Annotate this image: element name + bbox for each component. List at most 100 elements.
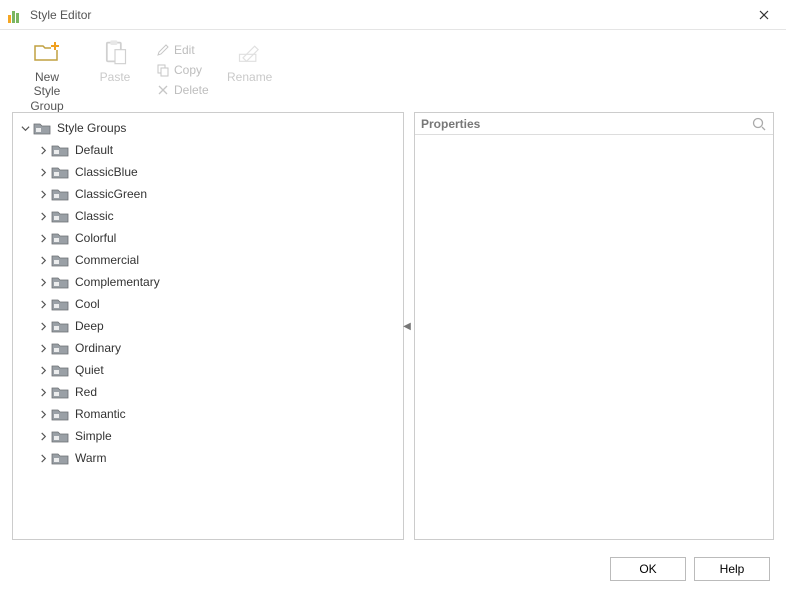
edit-icon <box>156 43 170 57</box>
tree-toggle-collapsed[interactable] <box>37 364 49 376</box>
window-title: Style Editor <box>30 8 750 22</box>
tree-toggle-collapsed[interactable] <box>37 232 49 244</box>
tree-toggle-collapsed[interactable] <box>37 188 49 200</box>
tree-item-label: Romantic <box>75 407 126 421</box>
tree-item-label: ClassicGreen <box>75 187 147 201</box>
tree-item[interactable]: Commercial <box>13 249 403 271</box>
delete-label: Delete <box>174 83 209 97</box>
tree-item-label: Ordinary <box>75 341 121 355</box>
tree-toggle-collapsed[interactable] <box>37 276 49 288</box>
edit-button: Edit <box>152 40 213 60</box>
tree-item-label: Simple <box>75 429 112 443</box>
tree-item-label: Commercial <box>75 253 139 267</box>
tree-toggle-collapsed[interactable] <box>37 408 49 420</box>
tree-item-label: Red <box>75 385 97 399</box>
tree-item-label: Complementary <box>75 275 160 289</box>
paste-icon <box>101 38 129 66</box>
folder-icon <box>51 407 69 421</box>
folder-icon <box>51 165 69 179</box>
edit-label: Edit <box>174 43 195 57</box>
tree-toggle-collapsed[interactable] <box>37 430 49 442</box>
tree-root-label: Style Groups <box>57 121 126 135</box>
folder-icon <box>51 451 69 465</box>
tree-item[interactable]: Quiet <box>13 359 403 381</box>
tree-item[interactable]: Colorful <box>13 227 403 249</box>
folder-icon <box>51 209 69 223</box>
properties-title: Properties <box>421 117 751 131</box>
tree-toggle-collapsed[interactable] <box>37 166 49 178</box>
toolbar: New Style Group Paste Edit Copy Delete R… <box>0 30 786 112</box>
new-style-group-label-2: Style Group <box>16 84 78 113</box>
copy-label: Copy <box>174 63 202 77</box>
folder-icon <box>51 143 69 157</box>
new-style-group-label-1: New <box>35 70 59 84</box>
tree-item[interactable]: Romantic <box>13 403 403 425</box>
tree-toggle-expanded[interactable] <box>19 122 31 134</box>
new-style-group-button[interactable]: New Style Group <box>16 36 78 113</box>
folder-icon <box>51 429 69 443</box>
tree-toggle-collapsed[interactable] <box>37 342 49 354</box>
tree-item-label: Deep <box>75 319 104 333</box>
folder-icon <box>51 297 69 311</box>
folder-icon <box>33 121 51 135</box>
tree-item-label: Colorful <box>75 231 116 245</box>
tree-item[interactable]: Ordinary <box>13 337 403 359</box>
tree-item-label: Quiet <box>75 363 104 377</box>
tree-panel[interactable]: Style Groups Default ClassicBlue ClassicGr… <box>12 112 404 540</box>
properties-panel: Properties <box>414 112 774 540</box>
tree-item[interactable]: Default <box>13 139 403 161</box>
close-button[interactable] <box>750 3 778 27</box>
delete-icon <box>156 83 170 97</box>
paste-label: Paste <box>100 70 131 84</box>
tree-toggle-collapsed[interactable] <box>37 452 49 464</box>
folder-icon <box>51 187 69 201</box>
rename-icon <box>236 38 264 66</box>
tree-item[interactable]: Deep <box>13 315 403 337</box>
tree-item[interactable]: Warm <box>13 447 403 469</box>
new-folder-icon <box>33 38 61 66</box>
tree-item-label: Default <box>75 143 113 157</box>
rename-button: Rename <box>219 36 281 84</box>
tree-toggle-collapsed[interactable] <box>37 320 49 332</box>
properties-search-button[interactable] <box>751 116 767 132</box>
delete-button: Delete <box>152 80 213 100</box>
close-icon <box>759 10 769 20</box>
properties-header: Properties <box>415 113 773 135</box>
ok-button[interactable]: OK <box>610 557 686 581</box>
paste-button: Paste <box>84 36 146 84</box>
app-icon <box>8 7 24 23</box>
tree-item[interactable]: Complementary <box>13 271 403 293</box>
tree-toggle-collapsed[interactable] <box>37 210 49 222</box>
tree-item[interactable]: ClassicBlue <box>13 161 403 183</box>
tree-item[interactable]: Red <box>13 381 403 403</box>
tree-item[interactable]: Cool <box>13 293 403 315</box>
folder-icon <box>51 275 69 289</box>
tree-toggle-collapsed[interactable] <box>37 254 49 266</box>
folder-icon <box>51 253 69 267</box>
tree-toggle-collapsed[interactable] <box>37 386 49 398</box>
folder-icon <box>51 363 69 377</box>
folder-icon <box>51 231 69 245</box>
search-icon <box>751 116 767 132</box>
help-button[interactable]: Help <box>694 557 770 581</box>
content-area: Style Groups Default ClassicBlue ClassicGr… <box>0 112 786 540</box>
copy-icon <box>156 63 170 77</box>
tree-item-label: Classic <box>75 209 114 223</box>
folder-icon <box>51 341 69 355</box>
tree-item-label: ClassicBlue <box>75 165 138 179</box>
folder-icon <box>51 385 69 399</box>
tree-root-row[interactable]: Style Groups <box>13 117 403 139</box>
tree-item[interactable]: ClassicGreen <box>13 183 403 205</box>
tree-item-label: Cool <box>75 297 100 311</box>
tree-item[interactable]: Simple <box>13 425 403 447</box>
splitter-handle[interactable]: ◀ <box>403 318 411 334</box>
tree-toggle-collapsed[interactable] <box>37 144 49 156</box>
edit-copy-delete-group: Edit Copy Delete <box>152 36 213 100</box>
tree-toggle-collapsed[interactable] <box>37 298 49 310</box>
copy-button: Copy <box>152 60 213 80</box>
titlebar: Style Editor <box>0 0 786 30</box>
tree-item[interactable]: Classic <box>13 205 403 227</box>
footer-buttons: OK Help <box>610 557 770 581</box>
tree-item-label: Warm <box>75 451 107 465</box>
folder-icon <box>51 319 69 333</box>
